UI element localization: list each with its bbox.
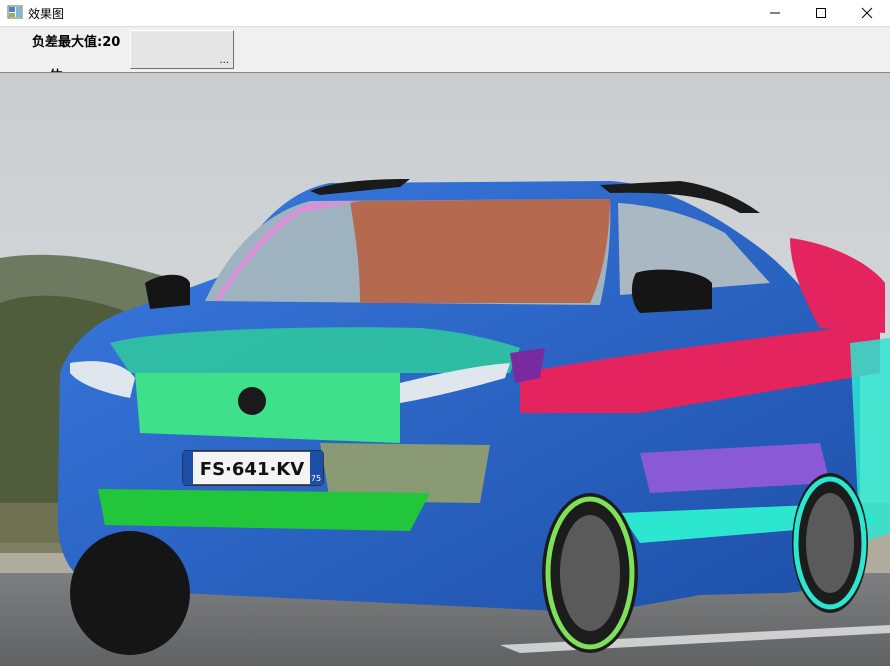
maximize-icon (816, 8, 826, 18)
window-title: 效果图 (28, 7, 65, 21)
overlay-grille (135, 373, 400, 443)
side-mirror (631, 269, 712, 313)
browse-button-label: ... (219, 55, 229, 66)
overlay-lower-grille (98, 489, 430, 531)
negative-max-label: 负差最大值:20 (32, 35, 121, 50)
lion-emblem (238, 387, 266, 415)
left-mirror (145, 274, 190, 309)
secondary-label: — 体…… (32, 65, 89, 72)
maximize-button[interactable] (798, 0, 844, 26)
minimize-icon (770, 12, 780, 14)
result-image-view: FS·641·KV 75 (0, 73, 890, 666)
front-left-wheel (70, 531, 190, 655)
title-bar: 效果图 (0, 0, 890, 27)
minimize-button[interactable] (752, 0, 798, 26)
control-panel: 负差最大值:20 — 体…… ... (0, 27, 890, 73)
overlay-hood (110, 327, 520, 373)
browse-button[interactable]: ... (130, 30, 234, 69)
app-window-icon (7, 4, 23, 20)
close-icon (861, 7, 873, 19)
close-button[interactable] (844, 0, 890, 26)
plate-region: 75 (311, 474, 321, 483)
overlay-headlight-violet (510, 348, 545, 383)
overlay-windshield (350, 199, 610, 303)
plate-number: FS·641·KV (200, 459, 304, 480)
car-image: FS·641·KV 75 (0, 73, 890, 666)
